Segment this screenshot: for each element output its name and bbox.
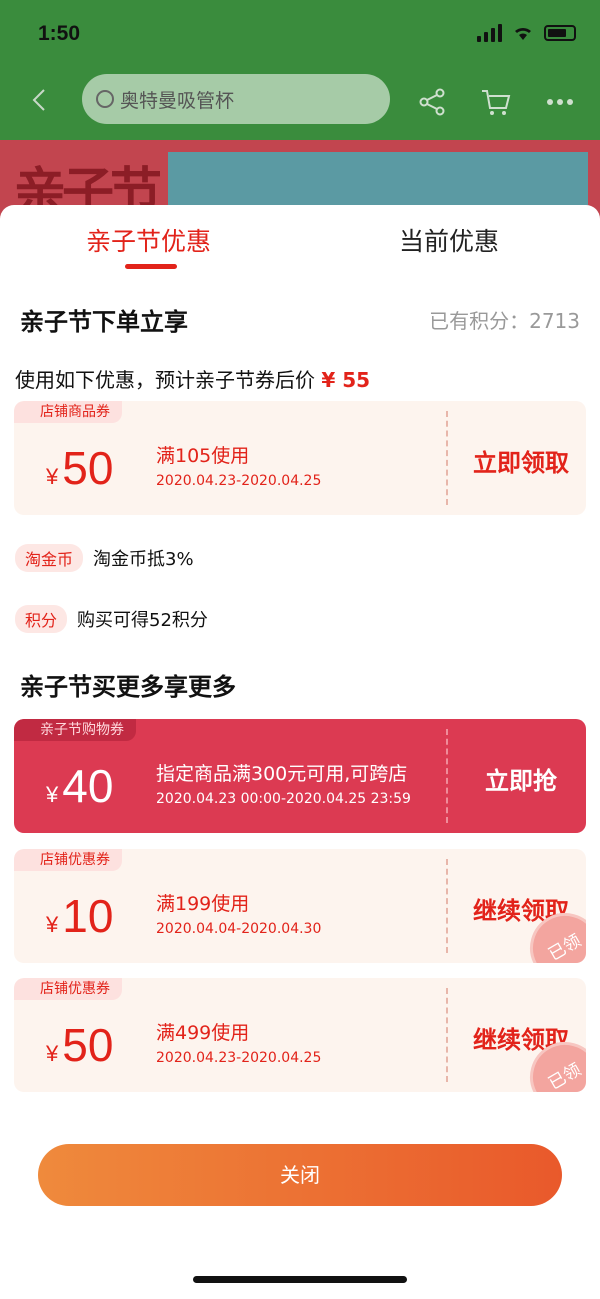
coupon-date: 2020.04.23-2020.04.25 — [156, 473, 322, 489]
coupon-condition: 满199使用 — [156, 893, 250, 915]
coupon-divider — [446, 988, 448, 1082]
currency-symbol: ¥ — [46, 1041, 59, 1066]
cart-icon[interactable] — [480, 86, 512, 118]
price-hint: 使用如下优惠，预计亲子节券后价 ¥ 55 — [15, 364, 370, 393]
coupon-condition: 满499使用 — [156, 1022, 250, 1044]
benefit-text: 购买可得52积分 — [77, 610, 208, 631]
coupon-amount: ¥10 — [46, 889, 113, 943]
benefit-row: 淘金币 淘金币抵3% — [15, 544, 194, 572]
coupon-value: 50 — [62, 442, 114, 494]
share-icon[interactable] — [416, 86, 448, 118]
wifi-icon — [515, 27, 531, 40]
search-icon — [96, 90, 114, 108]
coupon-card: 店铺优惠券 ¥50 满499使用 2020.04.23-2020.04.25 继… — [14, 978, 586, 1092]
benefit-text: 淘金币抵3% — [93, 549, 194, 570]
battery-icon — [544, 25, 576, 41]
coupon-card: 店铺商品券 ¥50 满105使用 2020.04.23-2020.04.25 立… — [14, 401, 586, 515]
status-time: 1:50 — [38, 22, 81, 45]
coupon-value: 40 — [62, 760, 114, 812]
section-title: 亲子节买更多享更多 — [20, 673, 236, 701]
coupon-condition: 满105使用 — [156, 445, 250, 467]
coupon-amount: ¥50 — [46, 1018, 113, 1072]
tab-parent-child-festival[interactable]: 亲子节优惠 — [86, 222, 211, 258]
currency-symbol: ¥ — [46, 782, 59, 807]
coupon-condition: 指定商品满300元可用,可跨店 — [156, 763, 408, 785]
search-placeholder: 奥特曼吸管杯 — [120, 89, 235, 112]
coupon-tag: 店铺优惠券 — [14, 849, 122, 871]
close-button[interactable]: 关闭 — [38, 1144, 562, 1206]
coupon-divider — [446, 411, 448, 505]
coupon-divider — [446, 729, 448, 823]
claim-button[interactable]: 立即领取 — [464, 443, 578, 478]
grab-button[interactable]: 立即抢 — [464, 761, 578, 796]
active-tab-indicator — [125, 264, 177, 269]
coupon-divider — [446, 859, 448, 953]
currency-symbol: ¥ — [46, 912, 59, 937]
section-title: 亲子节下单立享 — [20, 308, 188, 336]
coupon-tag: 亲子节购物券 — [14, 719, 136, 741]
coupon-date: 2020.04.04-2020.04.30 — [156, 921, 322, 937]
status-icons — [477, 24, 576, 42]
coupon-date: 2020.04.23 00:00-2020.04.25 23:59 — [156, 791, 411, 807]
coupon-card: 亲子节购物券 ¥40 指定商品满300元可用,可跨店 2020.04.23 00… — [14, 719, 586, 833]
more-icon[interactable] — [544, 86, 576, 118]
coupon-value: 50 — [62, 1019, 114, 1071]
benefit-badge: 积分 — [15, 605, 68, 633]
benefit-badge: 淘金币 — [15, 544, 84, 572]
coupon-amount: ¥40 — [46, 759, 113, 813]
currency-symbol: ¥ — [46, 464, 59, 489]
coupon-date: 2020.04.23-2020.04.25 — [156, 1050, 322, 1066]
coupon-tag: 店铺商品券 — [14, 401, 122, 423]
estimated-price: ¥ 55 — [321, 368, 371, 392]
search-bar[interactable]: 奥特曼吸管杯 — [82, 74, 390, 124]
coupon-value: 10 — [62, 890, 114, 942]
signal-icon — [477, 24, 502, 42]
price-hint-text: 使用如下优惠，预计亲子节券后价 — [15, 368, 315, 392]
back-arrow-icon[interactable] — [28, 88, 52, 112]
tab-current-offers[interactable]: 当前优惠 — [399, 222, 499, 258]
points-balance: 已有积分：2713 — [429, 309, 580, 333]
benefit-row: 积分 购买可得52积分 — [15, 605, 208, 633]
coupon-amount: ¥50 — [46, 441, 113, 495]
coupon-tag: 店铺优惠券 — [14, 978, 122, 1000]
coupon-card: 店铺优惠券 ¥10 满199使用 2020.04.04-2020.04.30 继… — [14, 849, 586, 963]
home-indicator[interactable] — [193, 1276, 407, 1283]
